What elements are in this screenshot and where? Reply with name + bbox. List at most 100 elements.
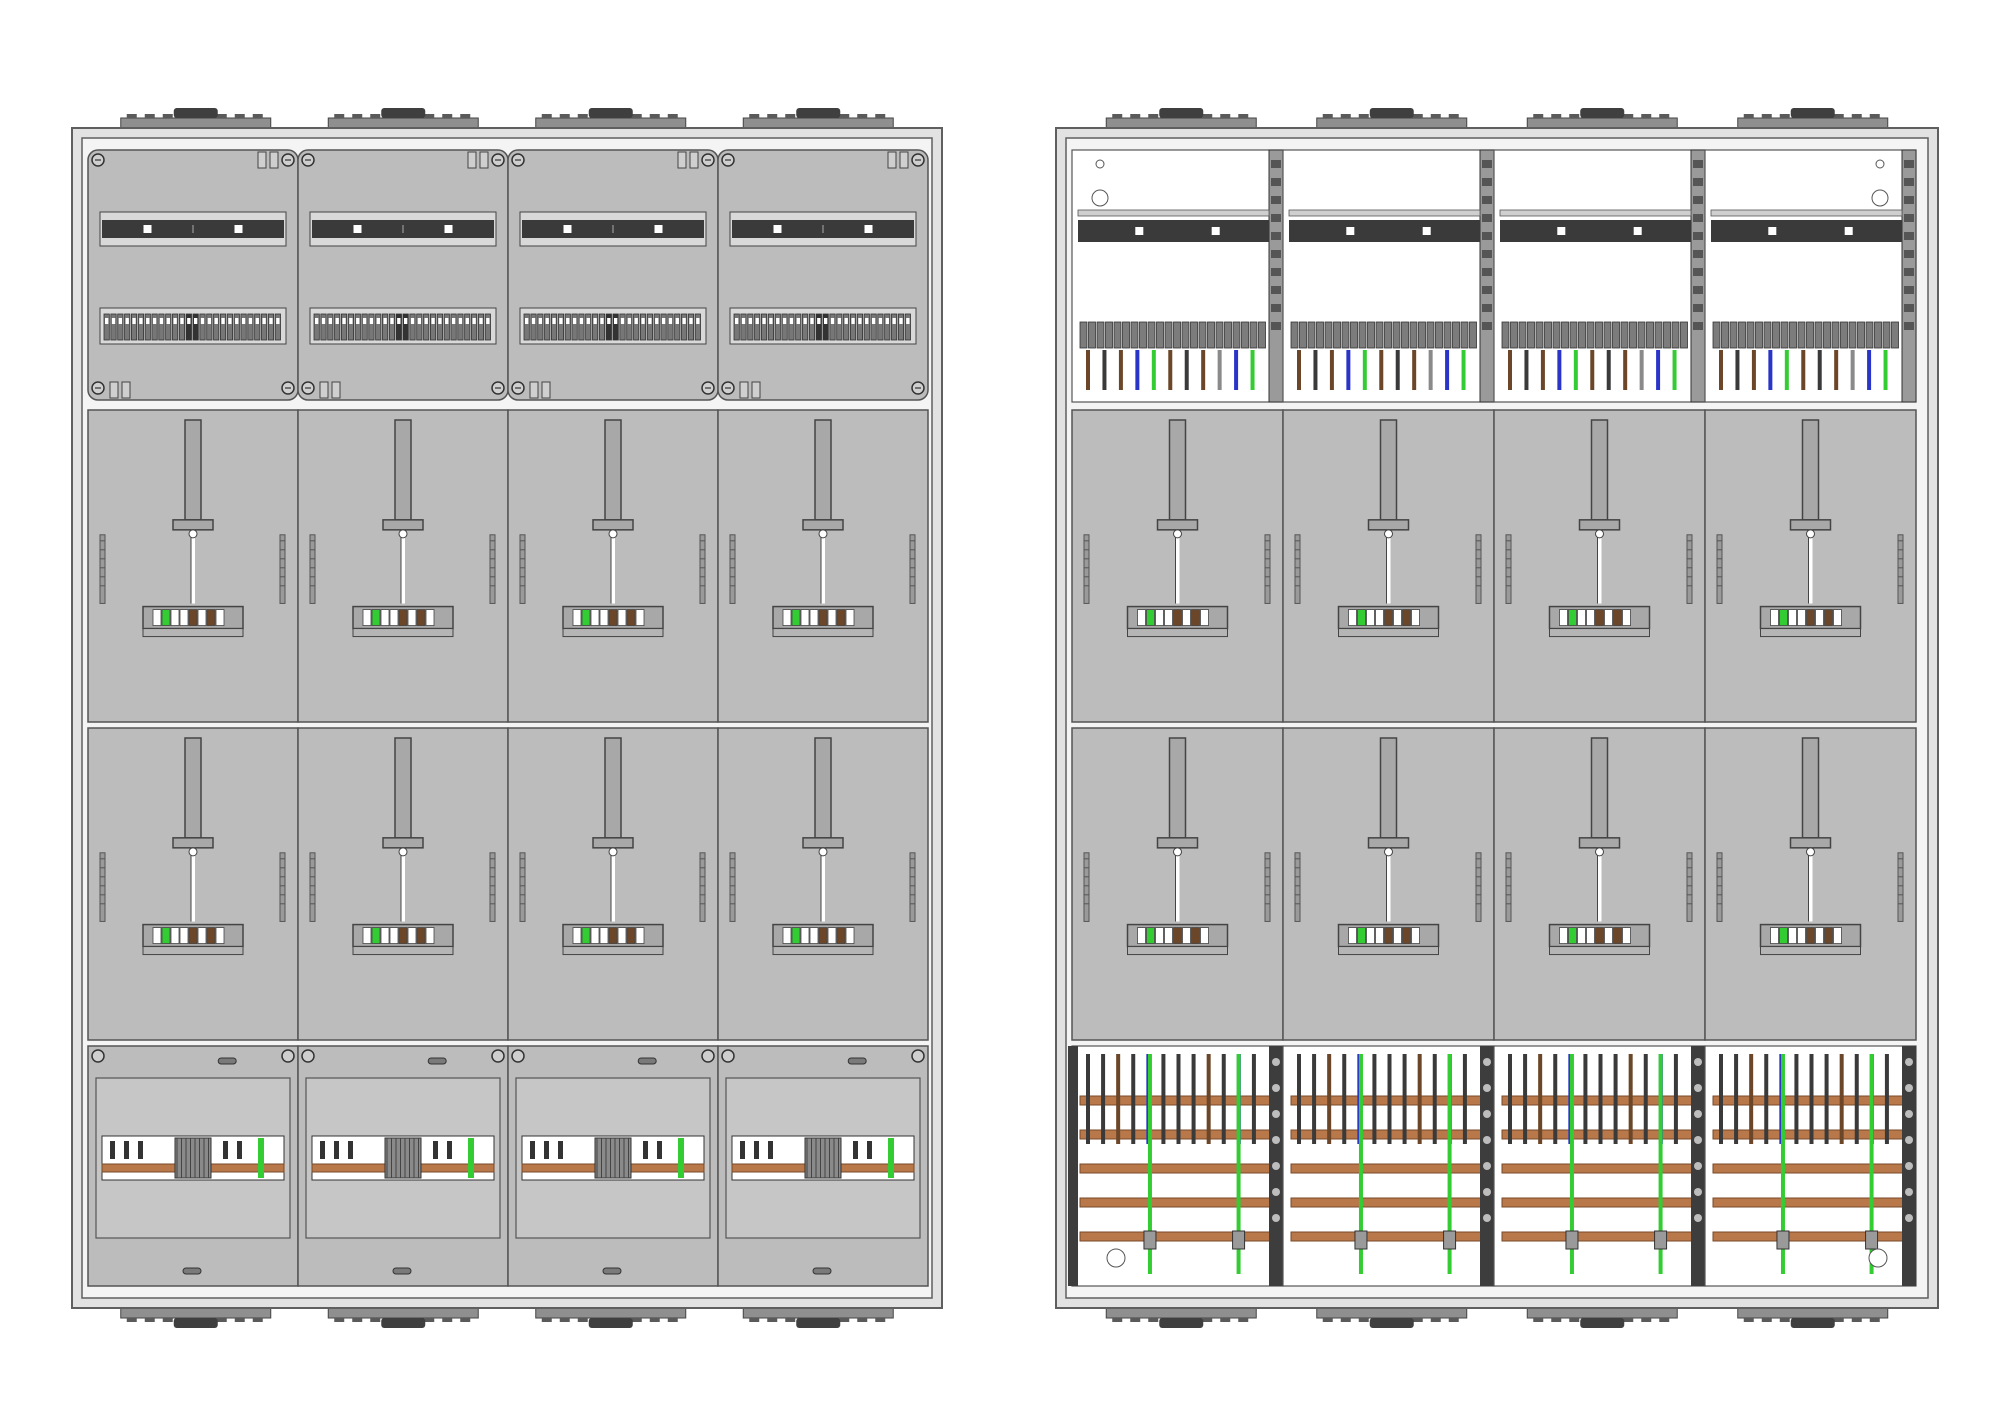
terminal xyxy=(1384,321,1392,349)
wire xyxy=(1867,350,1872,390)
terminal xyxy=(1746,321,1755,349)
terminal xyxy=(802,313,809,341)
busbar-clamp xyxy=(174,1137,212,1179)
slot-handle xyxy=(637,1057,657,1065)
terminal-label xyxy=(486,318,490,324)
terminal xyxy=(1882,321,1891,349)
terminal-slot xyxy=(398,927,408,944)
terminal-slot xyxy=(1191,927,1200,944)
cable-gland xyxy=(144,114,155,118)
terminal-base xyxy=(142,946,244,956)
terminal-base xyxy=(1549,628,1650,638)
terminal xyxy=(334,313,341,341)
cable-gland xyxy=(1743,1318,1754,1322)
terminal-label xyxy=(458,318,463,324)
cable-gland xyxy=(875,114,886,118)
terminal-label xyxy=(465,318,469,324)
busbar-terminal xyxy=(740,1141,745,1159)
lower-meter-panel xyxy=(1704,727,1917,1041)
cable-gland xyxy=(649,114,660,118)
terminal-slot xyxy=(170,609,180,626)
terminal-slot xyxy=(170,927,180,944)
terminal xyxy=(436,313,443,341)
copper-busbar xyxy=(1079,1231,1276,1242)
terminal xyxy=(530,313,537,341)
meter-mount-bar xyxy=(1801,419,1820,521)
terminal-label xyxy=(803,318,807,324)
terminal xyxy=(443,313,450,341)
terminal-slot xyxy=(635,609,645,626)
cable-entry-strip xyxy=(327,1307,479,1319)
terminal-label xyxy=(111,318,116,324)
terminal-slot xyxy=(1833,609,1842,626)
slot-handle xyxy=(182,1267,202,1275)
terminal-label xyxy=(878,318,883,324)
entry-cap xyxy=(173,1318,218,1328)
busbar-terminal xyxy=(768,1141,773,1159)
busbar-terminal xyxy=(558,1141,563,1159)
terminal-slot xyxy=(1586,927,1595,944)
meter-mount-clip xyxy=(1789,837,1832,849)
cable-gland xyxy=(1533,1318,1544,1322)
support-bolt xyxy=(1905,1136,1913,1144)
terminal xyxy=(199,313,206,341)
side-slot xyxy=(699,534,706,604)
wire xyxy=(1839,1054,1844,1144)
meter-mount-clip xyxy=(802,519,844,531)
latch-mark xyxy=(109,381,119,399)
terminal xyxy=(1680,321,1688,349)
wire xyxy=(1201,350,1206,390)
meter-mount-clip xyxy=(1156,837,1199,849)
side-slot xyxy=(1294,852,1301,922)
terminal xyxy=(1595,321,1603,349)
terminal-slot xyxy=(161,609,171,626)
terminal xyxy=(774,313,781,341)
din-rail xyxy=(1078,220,1269,242)
terminal xyxy=(206,313,213,341)
terminal-label xyxy=(641,318,645,324)
terminal-slot xyxy=(416,927,426,944)
meter-mount-clip xyxy=(172,837,214,849)
wire xyxy=(1312,1054,1317,1144)
cable-entry-strip xyxy=(742,1307,894,1319)
terminal xyxy=(1510,321,1518,349)
wire xyxy=(1553,1054,1558,1144)
cable-gland xyxy=(541,114,552,118)
terminal xyxy=(233,313,240,341)
entry-cap xyxy=(1159,1318,1204,1328)
terminal-slot xyxy=(1568,609,1577,626)
terminal xyxy=(1452,321,1460,349)
terminal xyxy=(598,313,606,341)
terminal-slot xyxy=(389,609,399,626)
wire xyxy=(1817,350,1822,390)
terminal xyxy=(124,313,131,341)
terminal-slot xyxy=(782,609,792,626)
terminal-label xyxy=(342,318,346,324)
terminal xyxy=(619,313,626,341)
terminal xyxy=(347,313,354,341)
cable-gland xyxy=(667,114,678,118)
terminal xyxy=(110,313,117,341)
terminal-slot xyxy=(836,927,846,944)
terminal xyxy=(1249,321,1258,349)
wire xyxy=(1656,350,1661,390)
side-slot xyxy=(1505,534,1512,604)
terminal xyxy=(1527,321,1535,349)
latch-mark xyxy=(887,151,897,169)
busbar-support xyxy=(1068,1046,1078,1286)
side-slot xyxy=(279,534,286,604)
cable-gland xyxy=(460,114,471,118)
cable-gland xyxy=(1322,114,1333,118)
terminal-slot xyxy=(1375,609,1384,626)
terminal-label xyxy=(682,318,686,324)
cable-gland xyxy=(1412,1318,1423,1322)
support-bolt xyxy=(1272,1058,1280,1066)
cable-gland xyxy=(1130,114,1141,118)
terminal xyxy=(1401,321,1409,349)
upright-hole xyxy=(1271,160,1281,168)
upright-hole xyxy=(1271,232,1281,240)
terminal xyxy=(320,313,327,341)
wire xyxy=(1643,1054,1648,1144)
terminal-label xyxy=(566,318,570,324)
terminal-label xyxy=(235,318,239,324)
